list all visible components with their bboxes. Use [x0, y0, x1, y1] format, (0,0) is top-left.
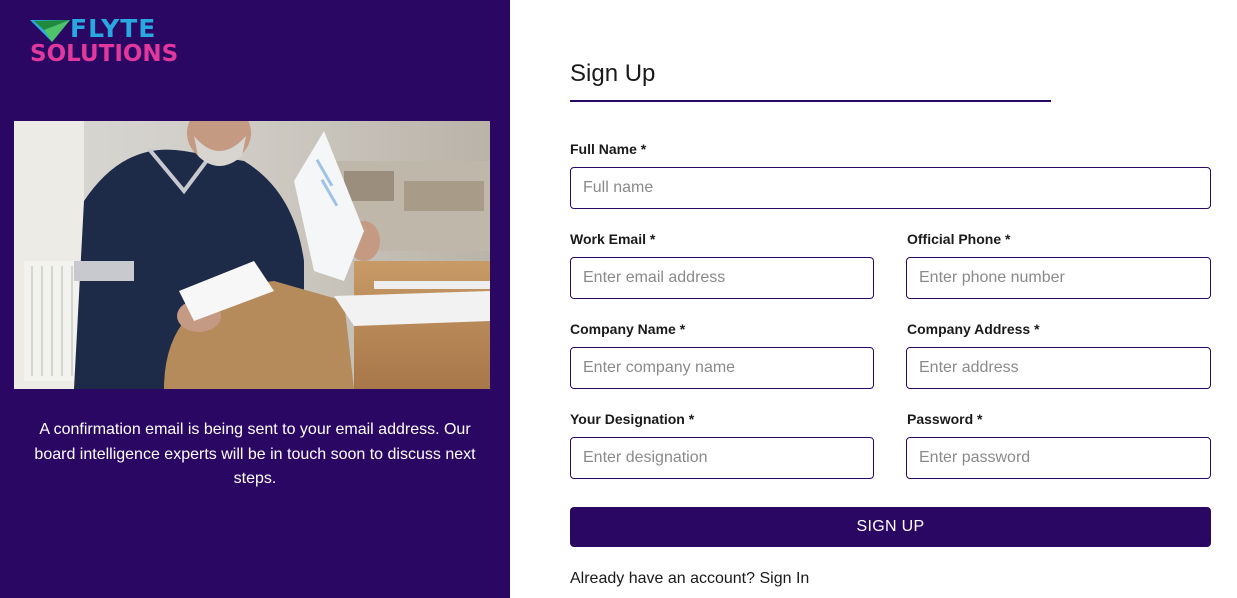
- left-panel: FLYTE SOLUTIONS A confirmation email is …: [0, 0, 510, 598]
- signin-prompt-row: Already have an account? Sign In: [570, 570, 809, 588]
- company-name-label: Company Name *: [570, 321, 686, 337]
- logo-text-solutions: SOLUTIONS: [30, 41, 179, 67]
- designation-input[interactable]: [570, 437, 874, 479]
- designation-label: Your Designation *: [570, 411, 695, 427]
- official-phone-input[interactable]: [906, 257, 1211, 299]
- company-name-input[interactable]: [570, 347, 874, 389]
- company-address-label: Company Address *: [907, 321, 1040, 337]
- hero-photo: [14, 121, 490, 389]
- sign-up-button[interactable]: SIGN UP: [570, 507, 1211, 547]
- official-phone-label: Official Phone *: [907, 231, 1011, 247]
- work-email-input[interactable]: [570, 257, 874, 299]
- page-title: Sign Up: [570, 60, 656, 87]
- flyte-solutions-logo: FLYTE SOLUTIONS: [30, 16, 180, 68]
- sign-in-link[interactable]: Sign In: [759, 570, 809, 587]
- password-input[interactable]: [906, 437, 1211, 479]
- logo-text-flyte: FLYTE: [70, 14, 157, 43]
- signin-prompt-text: Already have an account?: [570, 570, 756, 587]
- company-address-input[interactable]: [906, 347, 1211, 389]
- work-email-label: Work Email *: [570, 231, 656, 247]
- full-name-input[interactable]: [570, 167, 1211, 209]
- full-name-label: Full Name *: [570, 141, 647, 157]
- password-label: Password *: [907, 411, 983, 427]
- title-divider: [570, 100, 1051, 102]
- confirmation-message: A confirmation email is being sent to yo…: [34, 421, 476, 487]
